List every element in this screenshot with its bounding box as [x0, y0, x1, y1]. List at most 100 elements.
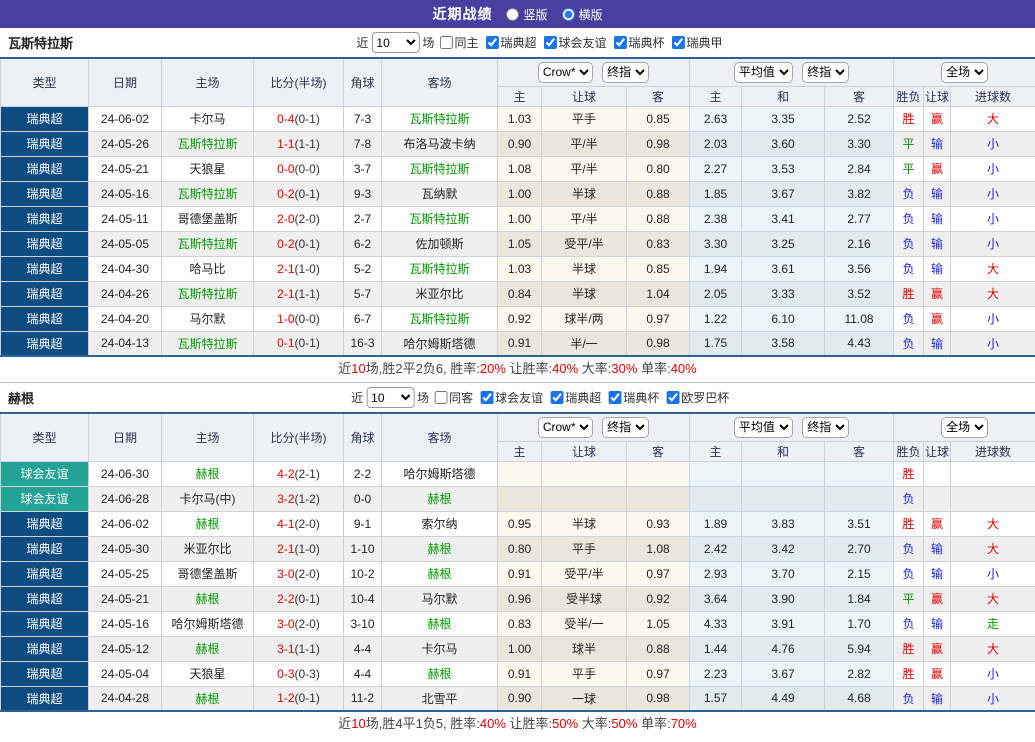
odds-final-select[interactable]: 终指	[602, 62, 649, 83]
league-label: 瑞典超	[500, 34, 536, 51]
home-team-cell[interactable]: 瓦斯特拉斯	[162, 231, 254, 256]
score-cell: 3-1(1-1)	[254, 636, 344, 661]
league-checkbox[interactable]	[480, 391, 493, 404]
avg-dropdowns-cell: 平均值 终指	[690, 413, 894, 441]
scope-select[interactable]: 全场	[941, 62, 988, 83]
horizontal-layout-radio[interactable]	[562, 8, 575, 21]
avg-home-cell: 1.57	[690, 686, 742, 711]
goals-result-cell: 小	[951, 181, 1035, 206]
away-team-cell[interactable]: 赫根	[382, 486, 498, 511]
same-venue-checkbox[interactable]	[439, 36, 452, 49]
away-team-cell[interactable]: 赫根	[382, 561, 498, 586]
result-cell: 负	[894, 256, 924, 281]
home-team-cell[interactable]: 瓦斯特拉斯	[162, 281, 254, 306]
league-checkbox[interactable]	[672, 36, 685, 49]
odds-home-cell: 1.03	[498, 256, 542, 281]
col-header-score: 比分(半场)	[254, 413, 344, 461]
avg-draw-cell: 3.67	[742, 661, 825, 686]
away-team-cell[interactable]: 瓦斯特拉斯	[382, 156, 498, 181]
league-filter-item[interactable]: 欧罗巴杯	[662, 389, 729, 406]
league-filter-item[interactable]: 球会友谊	[539, 34, 606, 51]
home-team-cell[interactable]: 赫根	[162, 586, 254, 611]
league-checkbox[interactable]	[543, 36, 556, 49]
league-checkbox[interactable]	[613, 36, 626, 49]
match-date-cell: 24-05-11	[89, 206, 162, 231]
home-team-cell[interactable]: 瓦斯特拉斯	[162, 131, 254, 156]
col-header-odds-handicap: 让球	[542, 441, 627, 461]
summary-text: 让胜率:	[506, 361, 552, 376]
league-filter-item[interactable]: 瑞典甲	[668, 34, 723, 51]
match-type-cell: 瑞典超	[1, 561, 89, 586]
away-team-cell[interactable]: 瓦斯特拉斯	[382, 106, 498, 131]
summary-stat-value: 20%	[480, 361, 506, 376]
avg-company-select[interactable]: 平均值	[734, 417, 793, 438]
top-header-bar: 近期战绩 竖版 横版	[0, 0, 1035, 28]
league-filter-item[interactable]: 瑞典杯	[609, 34, 664, 51]
avg-draw-cell: 3.61	[742, 256, 825, 281]
avg-final-select[interactable]: 终指	[802, 417, 849, 438]
league-checkbox[interactable]	[550, 391, 563, 404]
odds-final-select[interactable]: 终指	[602, 417, 649, 438]
match-row: 瑞典超24-05-21天狼星0-0(0-0)3-7瓦斯特拉斯1.08平/半0.8…	[1, 156, 1035, 181]
summary-stat-value: 40%	[480, 716, 506, 731]
league-filter-item[interactable]: 瑞典杯	[604, 389, 659, 406]
away-team-cell[interactable]: 瓦斯特拉斯	[382, 206, 498, 231]
layout-option-horizontal[interactable]: 横版	[562, 6, 603, 23]
home-team-cell: 哈尔姆斯塔德	[162, 611, 254, 636]
odds-company-select[interactable]: Crow*	[538, 62, 593, 83]
match-date-cell: 24-06-02	[89, 511, 162, 536]
same-venue-checkbox[interactable]	[434, 391, 447, 404]
same-venue-filter[interactable]: 同主	[437, 34, 478, 51]
summary-text: 近	[338, 361, 351, 376]
league-filter-item[interactable]: 瑞典超	[546, 389, 601, 406]
avg-company-select[interactable]: 平均值	[734, 62, 793, 83]
home-team-cell[interactable]: 赫根	[162, 686, 254, 711]
home-team-cell: 天狼星	[162, 661, 254, 686]
odds-handicap-cell: 半球	[542, 256, 627, 281]
corner-cell: 16-3	[344, 331, 382, 356]
home-team-cell[interactable]: 赫根	[162, 636, 254, 661]
match-row: 瑞典超24-04-13瓦斯特拉斯0-1(0-1)16-3哈尔姆斯塔德0.91半/…	[1, 331, 1035, 356]
summary-line: 近10场,胜2平2负6, 胜率:20% 让胜率:40% 大率:30% 单率:40…	[0, 357, 1035, 382]
league-checkbox[interactable]	[666, 391, 679, 404]
avg-away-cell	[825, 461, 894, 486]
odds-away-cell: 0.97	[627, 661, 690, 686]
league-checkbox[interactable]	[608, 391, 621, 404]
score-cell: 0-4(0-1)	[254, 106, 344, 131]
result-cell: 负	[894, 181, 924, 206]
home-team-cell[interactable]: 瓦斯特拉斯	[162, 181, 254, 206]
away-team-cell[interactable]: 赫根	[382, 661, 498, 686]
league-filter-item[interactable]: 瑞典超	[481, 34, 536, 51]
summary-stat-value: 70%	[671, 716, 697, 731]
odds-handicap-cell: 一球	[542, 686, 627, 711]
away-team-cell: 索尔纳	[382, 511, 498, 536]
match-type-cell: 瑞典超	[1, 686, 89, 711]
odds-away-cell: 0.98	[627, 131, 690, 156]
scope-select[interactable]: 全场	[941, 417, 988, 438]
league-filter-item[interactable]: 球会友谊	[476, 389, 543, 406]
away-team-cell[interactable]: 赫根	[382, 611, 498, 636]
home-team-cell[interactable]: 瓦斯特拉斯	[162, 331, 254, 356]
col-header-home: 主场	[162, 58, 254, 106]
away-team-cell[interactable]: 瓦斯特拉斯	[382, 306, 498, 331]
odds-company-select[interactable]: Crow*	[538, 417, 593, 438]
home-team-cell[interactable]: 赫根	[162, 461, 254, 486]
odds-home-cell	[498, 486, 542, 511]
avg-away-cell: 3.51	[825, 511, 894, 536]
avg-final-select[interactable]: 终指	[802, 62, 849, 83]
avg-draw-cell: 3.53	[742, 156, 825, 181]
vertical-layout-radio[interactable]	[506, 8, 519, 21]
away-team-cell[interactable]: 赫根	[382, 536, 498, 561]
home-team-cell[interactable]: 赫根	[162, 511, 254, 536]
scope-dropdown-cell: 全场	[894, 58, 1035, 86]
match-count-select[interactable]: 10	[371, 32, 419, 53]
league-checkbox[interactable]	[485, 36, 498, 49]
match-count-select[interactable]: 10	[366, 387, 414, 408]
away-team-cell[interactable]: 瓦斯特拉斯	[382, 256, 498, 281]
avg-away-cell: 4.43	[825, 331, 894, 356]
goals-result-cell: 大	[951, 636, 1035, 661]
corner-cell: 0-0	[344, 486, 382, 511]
odds-away-cell: 0.80	[627, 156, 690, 181]
same-venue-filter[interactable]: 同客	[432, 389, 473, 406]
layout-option-vertical[interactable]: 竖版	[506, 6, 547, 23]
